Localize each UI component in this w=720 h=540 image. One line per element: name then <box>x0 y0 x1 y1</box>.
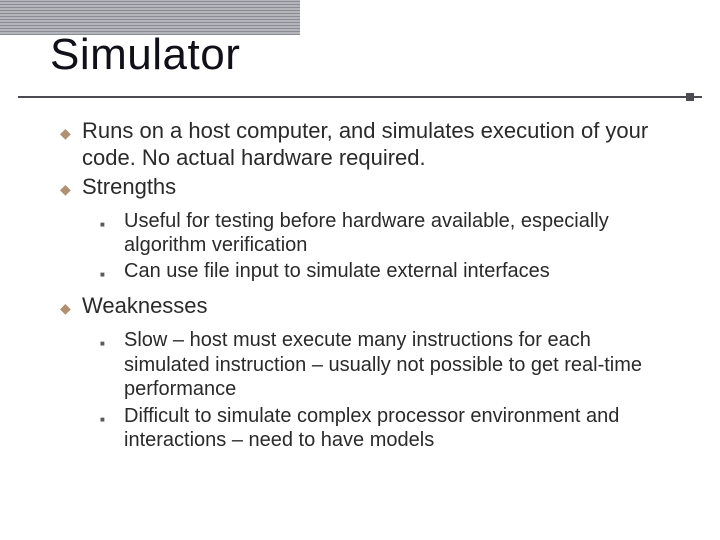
sub-bullet-group: ■ Slow – host must execute many instruct… <box>60 328 680 452</box>
square-bullet-icon: ■ <box>100 259 124 285</box>
square-bullet-icon: ■ <box>100 209 124 258</box>
diamond-bullet-icon: ◆ <box>60 118 82 172</box>
bullet-level1: ◆ Strengths <box>60 174 680 201</box>
bullet-level2: ■ Can use file input to simulate externa… <box>100 259 680 285</box>
square-bullet-icon: ■ <box>100 404 124 453</box>
bullet-text: Runs on a host computer, and simulates e… <box>82 118 680 172</box>
slide: Simulator ◆ Runs on a host computer, and… <box>0 0 720 540</box>
bullet-level2: ■ Slow – host must execute many instruct… <box>100 328 680 401</box>
sub-bullet-group: ■ Useful for testing before hardware ava… <box>60 209 680 286</box>
bullet-level2: ■ Difficult to simulate complex processo… <box>100 404 680 453</box>
sub-bullet-text: Can use file input to simulate external … <box>124 259 680 285</box>
slide-title: Simulator <box>50 30 240 80</box>
sub-bullet-text: Useful for testing before hardware avail… <box>124 209 680 258</box>
title-underline <box>18 96 702 98</box>
bullet-level2: ■ Useful for testing before hardware ava… <box>100 209 680 258</box>
bullet-level1: ◆ Weaknesses <box>60 293 680 320</box>
sub-bullet-text: Slow – host must execute many instructio… <box>124 328 680 401</box>
diamond-bullet-icon: ◆ <box>60 174 82 201</box>
bullet-text: Strengths <box>82 174 680 201</box>
square-bullet-icon: ■ <box>100 328 124 401</box>
slide-content: ◆ Runs on a host computer, and simulates… <box>60 118 680 460</box>
bullet-text: Weaknesses <box>82 293 680 320</box>
bullet-level1: ◆ Runs on a host computer, and simulates… <box>60 118 680 172</box>
diamond-bullet-icon: ◆ <box>60 293 82 320</box>
sub-bullet-text: Difficult to simulate complex processor … <box>124 404 680 453</box>
underline-notch <box>686 93 694 101</box>
